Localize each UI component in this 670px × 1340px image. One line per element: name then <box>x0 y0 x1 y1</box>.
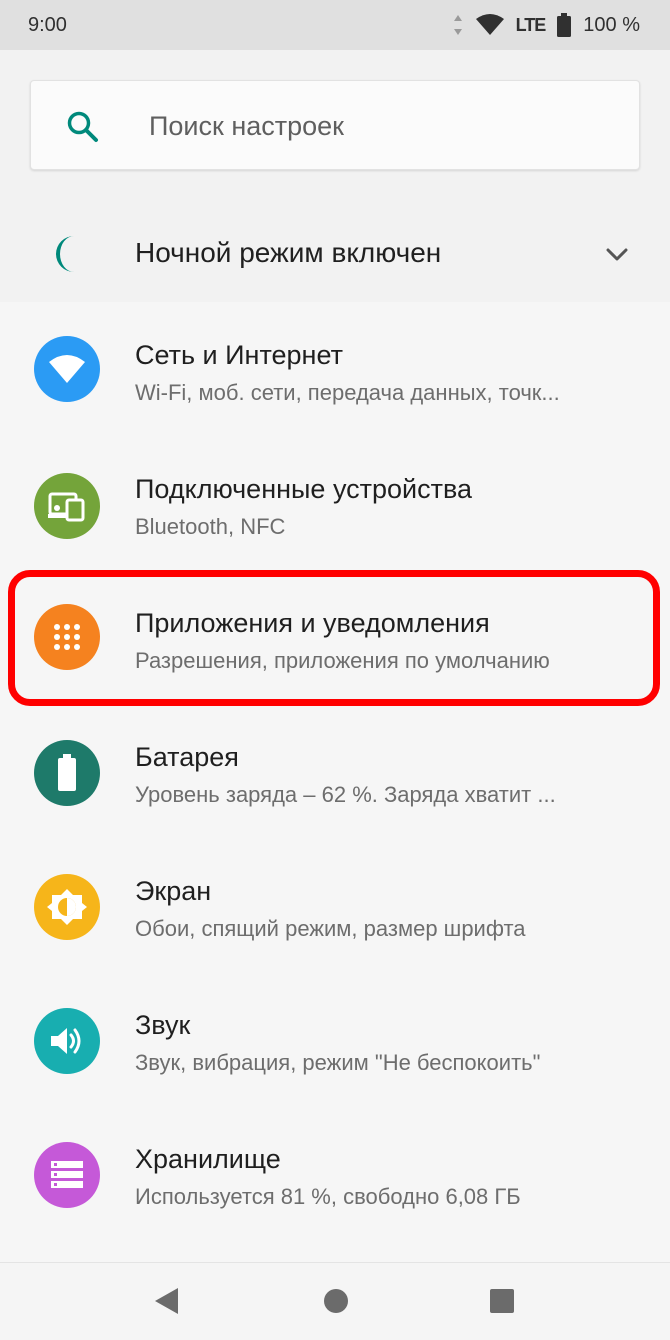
home-circle-icon <box>324 1289 348 1313</box>
setting-sound[interactable]: Звук Звук, вибрация, режим "Не беспокоит… <box>0 972 670 1106</box>
setting-subtitle: Используется 81 %, свободно 6,08 ГБ <box>135 1184 521 1209</box>
setting-title: Экран <box>135 876 212 906</box>
network-type: LTE <box>515 14 547 35</box>
setting-title: Хранилище <box>135 1144 281 1174</box>
back-triangle-icon <box>155 1288 178 1314</box>
status-icons: LTE 100 % <box>452 13 640 37</box>
battery-status-icon <box>557 13 572 37</box>
battery-percent: 100 % <box>583 13 640 36</box>
data-arrows-icon <box>453 15 462 35</box>
setting-subtitle: Обои, спящий режим, размер шрифта <box>135 916 526 941</box>
devices-icon <box>34 473 100 539</box>
setting-title: Звук <box>135 1010 191 1040</box>
moon-icon <box>56 236 74 272</box>
recents-button[interactable] <box>484 1283 520 1319</box>
volume-icon <box>34 1008 100 1074</box>
setting-subtitle: Wi-Fi, моб. сети, передача данных, точк.… <box>135 380 560 405</box>
setting-battery[interactable]: Батарея Уровень заряда – 62 %. Заряда хв… <box>0 704 670 838</box>
setting-network-internet[interactable]: Сеть и Интернет Wi-Fi, моб. сети, переда… <box>0 302 670 436</box>
setting-connected-devices[interactable]: Подключенные устройства Bluetooth, NFC <box>0 436 670 570</box>
search-bar[interactable] <box>30 80 640 171</box>
setting-title: Подключенные устройства <box>135 474 473 504</box>
setting-subtitle: Уровень заряда – 62 %. Заряда хватит ... <box>135 782 556 807</box>
battery-icon <box>34 740 100 806</box>
setting-title: Батарея <box>135 742 239 772</box>
setting-storage[interactable]: Хранилище Используется 81 %, свободно 6,… <box>0 1106 670 1240</box>
status-bar: 9:00 LTE 100 % <box>0 0 670 50</box>
back-button[interactable] <box>148 1283 184 1319</box>
wifi-icon <box>34 336 100 402</box>
storage-icon <box>34 1142 100 1208</box>
setting-display[interactable]: Экран Обои, спящий режим, размер шрифта <box>0 838 670 972</box>
highlight-frame <box>8 570 660 706</box>
search-icon <box>67 111 98 142</box>
navigation-bar <box>0 1262 670 1340</box>
search-input[interactable] <box>149 81 609 171</box>
setting-subtitle: Bluetooth, NFC <box>135 514 286 539</box>
status-time: 9:00 <box>28 13 67 36</box>
wifi-signal-icon <box>475 14 504 35</box>
setting-subtitle: Звук, вибрация, режим "Не беспокоить" <box>135 1050 541 1075</box>
brightness-icon <box>34 874 100 940</box>
setting-title: Сеть и Интернет <box>135 340 343 370</box>
night-mode-banner[interactable]: Ночной режим включен <box>0 210 670 298</box>
home-button[interactable] <box>318 1283 354 1319</box>
night-mode-label: Ночной режим включен <box>135 237 442 268</box>
chevron-down-icon[interactable] <box>602 242 632 266</box>
recents-square-icon <box>490 1289 514 1313</box>
